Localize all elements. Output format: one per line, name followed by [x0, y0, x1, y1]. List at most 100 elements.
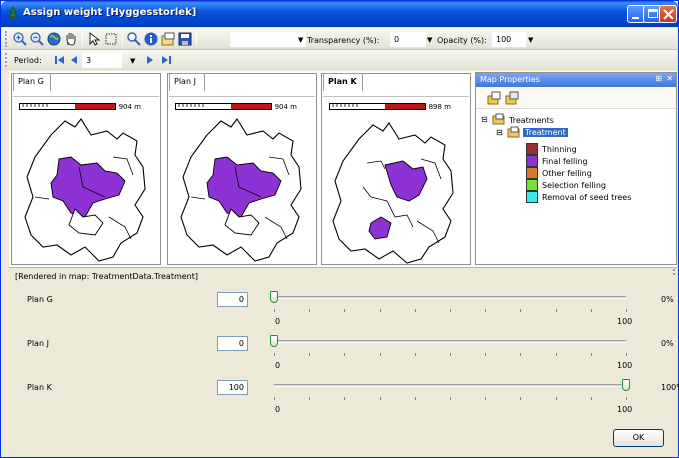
weight-slider-track[interactable] [274, 296, 626, 299]
zoom-out-icon[interactable] [29, 31, 45, 47]
last-period-icon[interactable] [160, 54, 172, 66]
slider-max-label: 100 [617, 317, 633, 326]
assign-weight-window: Assign weight [Hyggesstorlek] ▼ Transpar… [0, 0, 679, 458]
select-arrow-icon[interactable] [86, 31, 102, 47]
weight-percent: 0% [661, 295, 674, 304]
pin-icon[interactable]: ⊞ [655, 74, 662, 83]
legend-swatch [526, 143, 538, 155]
chevron-down-icon[interactable]: ▼ [427, 36, 432, 44]
stand-map [180, 118, 302, 262]
title-bar[interactable]: Assign weight [Hyggesstorlek] [1, 1, 678, 27]
slider-min-label: 0 [275, 361, 281, 370]
weight-input[interactable]: 0 [217, 292, 248, 307]
layer-combo[interactable] [230, 32, 306, 47]
transparency-select[interactable]: 0 [390, 32, 426, 47]
weight-slider-thumb[interactable] [270, 335, 278, 347]
weight-slider-track[interactable] [274, 384, 626, 387]
first-period-icon[interactable] [54, 54, 66, 66]
toolbar-separator [82, 32, 83, 46]
tree-root-treatments[interactable]: Treatments [509, 116, 554, 125]
slider-tick [626, 309, 627, 312]
select-rectangle-icon[interactable] [103, 31, 119, 47]
map-properties-toolbar [476, 87, 676, 109]
legend-swatch [526, 179, 538, 191]
previous-period-icon[interactable] [68, 54, 80, 66]
close-icon [663, 9, 674, 20]
slider-tick [520, 353, 521, 356]
period-label: Period: [14, 56, 42, 65]
identify-magnifier-icon[interactable] [126, 31, 142, 47]
slider-tick [380, 397, 381, 400]
stand-map [24, 118, 146, 262]
weight-slider-track[interactable] [274, 340, 626, 343]
slider-tick [415, 309, 416, 312]
main-toolbar: ▼ Transparency (%): 0 ▼ Opacity (%): 100… [2, 28, 677, 50]
toolbar-separator [122, 32, 123, 46]
slider-tick [450, 353, 451, 356]
properties-icon[interactable] [160, 31, 176, 47]
folder-icon [492, 113, 505, 125]
save-icon[interactable] [177, 31, 193, 47]
opacity-value: 100 [496, 35, 512, 44]
map-properties-header[interactable]: Map Properties ⊞ ✕ [476, 73, 676, 87]
weight-input[interactable]: 0 [217, 336, 248, 351]
collapse-icon[interactable]: ⊟ [481, 115, 488, 124]
chevron-down-icon[interactable]: ▼ [298, 36, 303, 44]
weight-percent: 0% [661, 339, 674, 348]
close-button[interactable] [659, 5, 677, 23]
close-icon[interactable]: ✕ [666, 74, 673, 83]
slider-tick [485, 309, 486, 312]
slider-tick [520, 309, 521, 312]
ok-button[interactable]: OK [613, 429, 664, 447]
slider-tick [450, 309, 451, 312]
opacity-label: Opacity (%): [437, 36, 487, 45]
slider-tick [485, 353, 486, 356]
rendered-layer-label: [Rendered in map: TreatmentData.Treatmen… [15, 272, 198, 281]
tab-plan-k[interactable]: Plan K [323, 73, 363, 91]
weight-slider-thumb[interactable] [622, 379, 630, 391]
zoom-in-icon[interactable] [12, 31, 28, 47]
toolbar-grip[interactable] [5, 53, 8, 67]
tab-plan-g[interactable]: Plan G [13, 73, 51, 91]
toolbar-grip[interactable] [5, 31, 8, 47]
slider-tick [415, 353, 416, 356]
chevron-down-icon[interactable]: ▼ [130, 57, 135, 65]
slider-tick [415, 397, 416, 400]
pan-hand-icon[interactable] [63, 31, 79, 47]
splitter-grip[interactable] [669, 269, 675, 275]
layer-icon [507, 126, 520, 138]
chevron-down-icon[interactable]: ▼ [528, 36, 533, 44]
tab-label: Plan K [328, 77, 357, 86]
plan-j-pane: Plan J 904 m [167, 73, 317, 265]
slider-min-label: 0 [275, 317, 281, 326]
legend-label: Removal of seed trees [542, 193, 632, 202]
slider-tick [591, 353, 592, 356]
info-icon[interactable] [143, 31, 159, 47]
slider-tick [591, 309, 592, 312]
map-view[interactable]: 904 m [13, 96, 159, 264]
add-layer-icon[interactable] [486, 90, 502, 106]
map-view[interactable]: 904 m [169, 96, 315, 264]
weight-slider-thumb[interactable] [270, 291, 278, 303]
tab-label: Plan J [174, 77, 196, 86]
slider-tick [344, 353, 345, 356]
slider-max-label: 100 [617, 405, 633, 414]
legend-swatch [526, 155, 538, 167]
globe-icon[interactable] [46, 31, 62, 47]
next-period-icon[interactable] [144, 54, 156, 66]
slider-tick [309, 397, 310, 400]
opacity-select[interactable]: 100 [492, 32, 526, 47]
period-select[interactable]: 3 [82, 53, 122, 68]
tab-plan-j[interactable]: Plan J [169, 73, 205, 91]
transparency-label: Transparency (%): [307, 36, 380, 45]
tree-item-treatment[interactable]: Treatment [523, 128, 568, 137]
layer-properties-icon[interactable] [504, 90, 520, 106]
map-view[interactable]: 898 m [323, 96, 469, 264]
slider-tick [344, 397, 345, 400]
slider-max-label: 100 [617, 361, 633, 370]
slider-tick [309, 309, 310, 312]
weight-input[interactable]: 100 [217, 380, 248, 395]
minimize-icon [632, 17, 639, 19]
collapse-icon[interactable]: ⊟ [496, 128, 503, 137]
slider-tick [274, 397, 275, 400]
